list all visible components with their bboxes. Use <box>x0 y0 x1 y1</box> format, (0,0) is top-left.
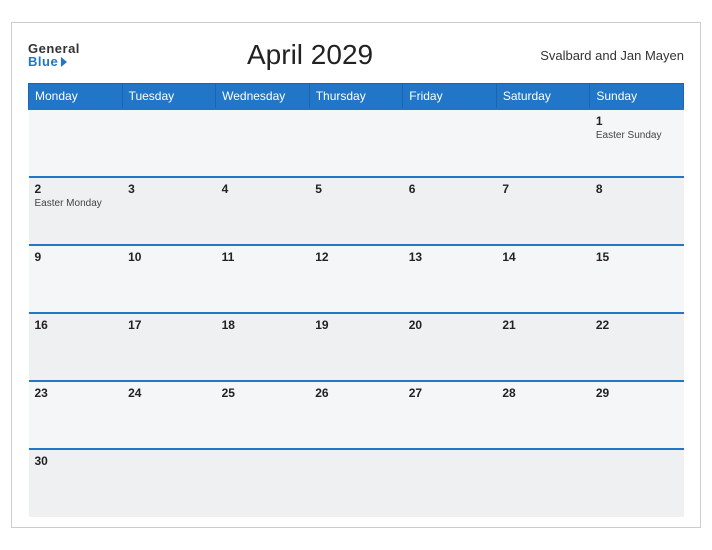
day-number: 1 <box>596 114 678 128</box>
calendar-cell <box>403 109 497 177</box>
calendar-cell <box>216 449 310 517</box>
day-number: 28 <box>502 386 584 400</box>
day-number: 17 <box>128 318 210 332</box>
calendar-cell: 21 <box>496 313 590 381</box>
calendar-cell: 16 <box>29 313 123 381</box>
week-row-6: 30 <box>29 449 684 517</box>
week-row-5: 23 24 25 26 27 28 29 <box>29 381 684 449</box>
calendar-cell: 23 <box>29 381 123 449</box>
logo-blue-text: Blue <box>28 55 80 68</box>
day-number: 26 <box>315 386 397 400</box>
calendar-cell: 4 <box>216 177 310 245</box>
weekday-header-saturday: Saturday <box>496 84 590 110</box>
calendar-cell <box>403 449 497 517</box>
day-number: 21 <box>502 318 584 332</box>
day-number: 3 <box>128 182 210 196</box>
calendar-cell <box>29 109 123 177</box>
day-event: Easter Monday <box>35 198 117 209</box>
weekday-header-row: MondayTuesdayWednesdayThursdayFridaySatu… <box>29 84 684 110</box>
calendar-title: April 2029 <box>80 39 540 71</box>
weekday-header-thursday: Thursday <box>309 84 403 110</box>
calendar-cell <box>122 449 216 517</box>
calendar-cell: 18 <box>216 313 310 381</box>
day-number: 29 <box>596 386 678 400</box>
week-row-4: 16 17 18 19 20 21 22 <box>29 313 684 381</box>
calendar-cell <box>309 449 403 517</box>
weekday-header-tuesday: Tuesday <box>122 84 216 110</box>
day-number: 19 <box>315 318 397 332</box>
calendar-cell: 15 <box>590 245 684 313</box>
calendar-table: MondayTuesdayWednesdayThursdayFridaySatu… <box>28 83 684 517</box>
day-number: 30 <box>35 454 117 468</box>
day-number: 15 <box>596 250 678 264</box>
calendar-cell: 30 <box>29 449 123 517</box>
calendar-cell <box>122 109 216 177</box>
day-number: 5 <box>315 182 397 196</box>
day-number: 27 <box>409 386 491 400</box>
calendar-cell: 19 <box>309 313 403 381</box>
calendar-cell <box>216 109 310 177</box>
day-number: 24 <box>128 386 210 400</box>
day-number: 25 <box>222 386 304 400</box>
weekday-header-sunday: Sunday <box>590 84 684 110</box>
calendar-cell <box>590 449 684 517</box>
calendar-cell <box>496 449 590 517</box>
calendar-cell: 13 <box>403 245 497 313</box>
week-row-3: 9 10 11 12 13 14 15 <box>29 245 684 313</box>
calendar-cell: 9 <box>29 245 123 313</box>
calendar-cell: 10 <box>122 245 216 313</box>
weekday-header-monday: Monday <box>29 84 123 110</box>
day-number: 22 <box>596 318 678 332</box>
calendar-cell: 27 <box>403 381 497 449</box>
calendar-cell <box>496 109 590 177</box>
logo-triangle-icon <box>61 57 67 67</box>
calendar-cell: 26 <box>309 381 403 449</box>
day-number: 10 <box>128 250 210 264</box>
weekday-header-wednesday: Wednesday <box>216 84 310 110</box>
day-number: 23 <box>35 386 117 400</box>
day-number: 18 <box>222 318 304 332</box>
calendar-cell: 8 <box>590 177 684 245</box>
week-row-1: 1 Easter Sunday <box>29 109 684 177</box>
calendar-cell: 7 <box>496 177 590 245</box>
calendar-cell: 5 <box>309 177 403 245</box>
day-number: 2 <box>35 182 117 196</box>
calendar-cell: 24 <box>122 381 216 449</box>
day-event: Easter Sunday <box>596 130 678 141</box>
day-number: 6 <box>409 182 491 196</box>
day-number: 16 <box>35 318 117 332</box>
calendar-cell: 12 <box>309 245 403 313</box>
calendar-cell: 3 <box>122 177 216 245</box>
calendar-cell: 28 <box>496 381 590 449</box>
day-number: 4 <box>222 182 304 196</box>
calendar-container: General Blue April 2029 Svalbard and Jan… <box>11 22 701 528</box>
day-number: 8 <box>596 182 678 196</box>
day-number: 13 <box>409 250 491 264</box>
calendar-cell: 22 <box>590 313 684 381</box>
logo: General Blue <box>28 42 80 68</box>
region-label: Svalbard and Jan Mayen <box>540 48 684 63</box>
day-number: 20 <box>409 318 491 332</box>
day-number: 9 <box>35 250 117 264</box>
calendar-cell: 6 <box>403 177 497 245</box>
day-number: 14 <box>502 250 584 264</box>
weekday-header-friday: Friday <box>403 84 497 110</box>
calendar-cell: 25 <box>216 381 310 449</box>
day-number: 12 <box>315 250 397 264</box>
calendar-cell: 2 Easter Monday <box>29 177 123 245</box>
day-number: 7 <box>502 182 584 196</box>
calendar-cell: 1 Easter Sunday <box>590 109 684 177</box>
calendar-cell: 20 <box>403 313 497 381</box>
calendar-header: General Blue April 2029 Svalbard and Jan… <box>28 39 684 71</box>
week-row-2: 2 Easter Monday 345678 <box>29 177 684 245</box>
day-number: 11 <box>222 250 304 264</box>
calendar-cell: 11 <box>216 245 310 313</box>
calendar-cell <box>309 109 403 177</box>
calendar-cell: 17 <box>122 313 216 381</box>
calendar-cell: 29 <box>590 381 684 449</box>
calendar-cell: 14 <box>496 245 590 313</box>
